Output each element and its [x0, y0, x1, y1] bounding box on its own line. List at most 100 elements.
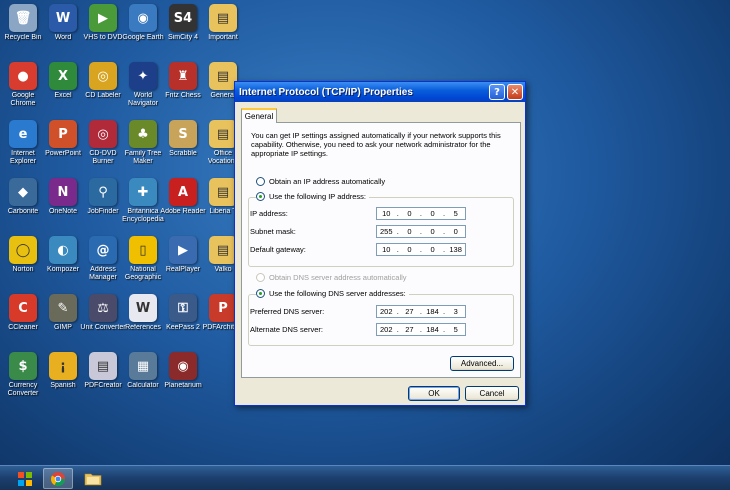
alternate-dns-input[interactable]: 202. 27. 184. 5 — [376, 323, 466, 336]
alternate-dns-label: Alternate DNS server: — [250, 325, 323, 334]
desktop-icon[interactable]: @ Address Manager — [82, 236, 124, 292]
cancel-button[interactable]: Cancel — [465, 386, 519, 401]
taskbar-chrome-button[interactable] — [43, 468, 73, 489]
desktop-icon[interactable]: 🗑 Recycle Bin — [2, 4, 44, 60]
radio-button-icon[interactable] — [256, 177, 265, 186]
spanish-icon: ¡ — [49, 352, 77, 380]
desktop-icon[interactable]: ♣ Family Tree Maker — [122, 120, 164, 176]
desktop-icon[interactable]: ◯ Norton — [2, 236, 44, 292]
tab-general[interactable]: General — [241, 108, 277, 123]
desktop-icon[interactable]: X Excel — [42, 62, 84, 118]
desktop-icon[interactable]: W References — [122, 294, 164, 350]
desktop-icon[interactable]: ◎ CD Labeler — [82, 62, 124, 118]
taskbar — [0, 465, 730, 490]
desktop-icon[interactable]: ▶ VHS to DVD — [82, 4, 124, 60]
radio-button-checked-icon[interactable] — [256, 289, 265, 298]
calculator-icon: ▦ — [129, 352, 157, 380]
description-text: You can get IP settings assigned automat… — [251, 131, 501, 158]
desktop-icon[interactable]: S4 SimCity 4 — [162, 4, 204, 60]
ip-address-label: IP address: — [250, 209, 288, 218]
pdfcreator-icon: ▤ — [89, 352, 117, 380]
start-button[interactable] — [10, 468, 40, 489]
default-gateway-input[interactable]: 10. 0. 0. 138 — [376, 243, 466, 256]
ok-button[interactable]: OK — [408, 386, 460, 401]
preferred-dns-input[interactable]: 202. 27. 184. 3 — [376, 305, 466, 318]
desktop-icon[interactable]: $ Currency Converter — [2, 352, 44, 408]
desktop-icon[interactable]: S Scrabble — [162, 120, 204, 176]
desktop-icon[interactable]: ▦ Calculator — [122, 352, 164, 408]
chrome-icon: ● — [9, 62, 37, 90]
ip-address-input[interactable]: 10. 0. 0. 5 — [376, 207, 466, 220]
desktop-icon[interactable]: ◉ Google Earth — [122, 4, 164, 60]
general-tab-panel: You can get IP settings assigned automat… — [241, 122, 521, 378]
desktop-icon[interactable]: ¡ Spanish — [42, 352, 84, 408]
desktop-icon[interactable]: ✦ World Navigator — [122, 62, 164, 118]
help-icon: ? — [494, 86, 500, 98]
desktop-icon[interactable]: ⚖ Unit Converter — [80, 294, 126, 350]
vhs-to-dvd-icon: ▶ — [89, 4, 117, 32]
desktop-icon-label: Planetarium — [164, 382, 202, 389]
radio-obtain-ip-auto[interactable]: Obtain an IP address automatically — [256, 177, 385, 186]
desktop-icon[interactable]: ● Google Chrome — [2, 62, 44, 118]
desktop-icon[interactable]: ♜ Fritz Chess — [162, 62, 204, 118]
family-tree-icon: ♣ — [129, 120, 157, 148]
desktop-icon[interactable]: ▤ PDFCreator — [82, 352, 124, 408]
desktop-icon[interactable]: C CCleaner — [2, 294, 44, 350]
radio-button-disabled-icon[interactable] — [256, 273, 265, 282]
chess-icon: ♜ — [169, 62, 197, 90]
jobfinder-icon: ⚲ — [89, 178, 117, 206]
subnet-mask-row: Subnet mask: 255. 0. 0. 0 — [250, 225, 500, 238]
desktop-icon[interactable]: N OneNote — [42, 178, 84, 234]
subnet-mask-input[interactable]: 255. 0. 0. 0 — [376, 225, 466, 238]
dialog-title: Internet Protocol (TCP/IP) Properties — [239, 86, 413, 98]
google-earth-icon: ◉ — [129, 4, 157, 32]
desktop-icon[interactable]: P PowerPoint — [42, 120, 84, 176]
national-geographic-icon: ▯ — [129, 236, 157, 264]
desktop-icon[interactable]: ▤ Important — [202, 4, 244, 60]
desktop-icon[interactable]: A Adobe Reader — [160, 178, 206, 234]
desktop-icon[interactable]: ▯ National Geographic — [122, 236, 164, 292]
adobe-reader-icon: A — [169, 178, 197, 206]
radio-button-checked-icon[interactable] — [256, 192, 265, 201]
desktop-icon[interactable]: ◎ CD-DVD Burner — [82, 120, 124, 176]
desktop-icon[interactable]: ⚿ KeePass 2 — [162, 294, 204, 350]
word-icon: W — [49, 4, 77, 32]
cd-labeler-icon: ◎ — [89, 62, 117, 90]
desktop-icon[interactable]: ⚲ JobFinder — [82, 178, 124, 234]
dialog-titlebar[interactable]: Internet Protocol (TCP/IP) Properties ? … — [235, 82, 525, 102]
default-gateway-row: Default gateway: 10. 0. 0. 138 — [250, 243, 500, 256]
desktop-icon[interactable]: e Internet Explorer — [2, 120, 44, 176]
desktop-icon[interactable]: ◉ Planetarium — [162, 352, 204, 408]
subnet-mask-label: Subnet mask: — [250, 227, 296, 236]
help-button[interactable]: ? — [489, 84, 505, 100]
pdfarchitect-icon: P — [209, 294, 237, 322]
folder-icon: ▤ — [209, 236, 237, 264]
unit-converter-icon: ⚖ — [89, 294, 117, 322]
powerpoint-icon: P — [49, 120, 77, 148]
folder-icon — [84, 473, 102, 486]
desktop-icon[interactable]: ◆ Carbonite — [2, 178, 44, 234]
desktop-icon[interactable]: W Word — [42, 4, 84, 60]
radio-use-following-ip[interactable]: Use the following IP address: — [256, 192, 369, 201]
desktop-icon[interactable]: ▶ RealPlayer — [162, 236, 204, 292]
realplayer-icon: ▶ — [169, 236, 197, 264]
folder-icon: ▤ — [209, 4, 237, 32]
advanced-button[interactable]: Advanced... — [450, 356, 514, 371]
chrome-icon — [50, 471, 66, 486]
radio-use-following-ip-label: Use the following IP address: — [269, 192, 366, 201]
desktop-icon[interactable]: ◐ Kompozer — [42, 236, 84, 292]
radio-use-following-dns[interactable]: Use the following DNS server addresses: — [256, 289, 409, 298]
desktop-icon[interactable]: ✎ GIMP — [42, 294, 84, 350]
desktop-icon[interactable]: ✚ Britannica Encyclopedia — [122, 178, 164, 234]
desktop-icon-label: Important — [208, 34, 238, 41]
taskbar-explorer-button[interactable] — [78, 468, 108, 489]
planetarium-icon: ◉ — [169, 352, 197, 380]
close-button[interactable]: ✕ — [507, 84, 523, 100]
simcity-icon: S4 — [169, 4, 197, 32]
currency-converter-icon: $ — [9, 352, 37, 380]
recycle-bin-icon: 🗑 — [9, 4, 37, 32]
radio-obtain-dns-auto[interactable]: Obtain DNS server address automatically — [256, 273, 407, 282]
address-manager-icon: @ — [89, 236, 117, 264]
desktop-icon-grid: 🗑 Recycle Bin W Word ▶ VHS to DVD ◉ Google Eart… — [0, 0, 243, 465]
tcpip-properties-dialog: Internet Protocol (TCP/IP) Properties ? … — [234, 81, 526, 406]
